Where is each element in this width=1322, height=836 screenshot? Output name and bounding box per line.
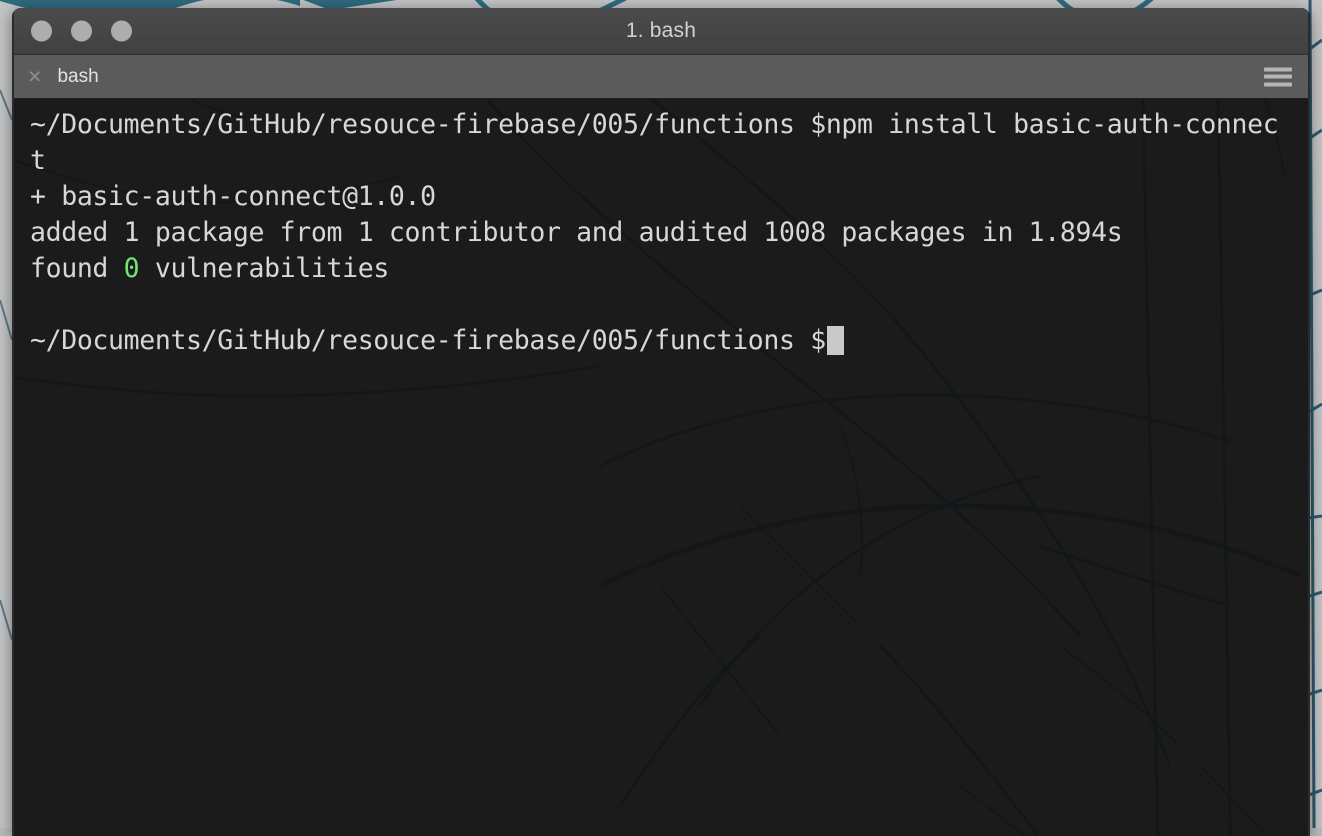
terminal-line: ~/Documents/GitHub/resouce-firebase/005/…: [30, 323, 1310, 359]
terminal-text: found: [30, 253, 124, 284]
terminal-text: 0: [124, 253, 140, 284]
hamburger-menu-icon[interactable]: [1264, 67, 1292, 86]
terminal-body[interactable]: ~/Documents/GitHub/resouce-firebase/005/…: [12, 99, 1310, 836]
terminal-line: [30, 287, 1310, 323]
tab-label: bash: [57, 66, 98, 88]
terminal-text: vulnerabilities: [139, 253, 389, 284]
terminal-line: t: [30, 143, 1310, 179]
close-button[interactable]: [31, 21, 52, 42]
tab-bash[interactable]: × bash: [12, 55, 121, 98]
terminal-text: ~/Documents/GitHub/resouce-firebase/005/…: [30, 325, 826, 356]
menu-bar-2: [1264, 75, 1292, 79]
terminal-output[interactable]: ~/Documents/GitHub/resouce-firebase/005/…: [12, 99, 1310, 359]
terminal-line: + basic-auth-connect@1.0.0: [30, 179, 1310, 215]
window-title: 1. bash: [12, 19, 1310, 43]
menu-bar-3: [1264, 82, 1292, 86]
close-icon[interactable]: ×: [28, 65, 41, 88]
menu-bar-1: [1264, 67, 1292, 71]
window-titlebar[interactable]: 1. bash: [12, 8, 1310, 55]
terminal-text: + basic-auth-connect@1.0.0: [30, 181, 436, 212]
terminal-window[interactable]: 1. bash × bash: [12, 8, 1310, 836]
terminal-line: found 0 vulnerabilities: [30, 251, 1310, 287]
zoom-button[interactable]: [111, 21, 132, 42]
terminal-line: ~/Documents/GitHub/resouce-firebase/005/…: [30, 107, 1310, 143]
terminal-text: t: [30, 145, 46, 176]
minimize-button[interactable]: [71, 21, 92, 42]
tab-bar[interactable]: × bash: [12, 55, 1310, 99]
traffic-lights: [31, 21, 132, 42]
terminal-text: ~/Documents/GitHub/resouce-firebase/005/…: [30, 109, 1278, 140]
terminal-text: added 1 package from 1 contributor and a…: [30, 217, 1122, 248]
terminal-line: added 1 package from 1 contributor and a…: [30, 215, 1310, 251]
text-cursor: [827, 326, 844, 355]
